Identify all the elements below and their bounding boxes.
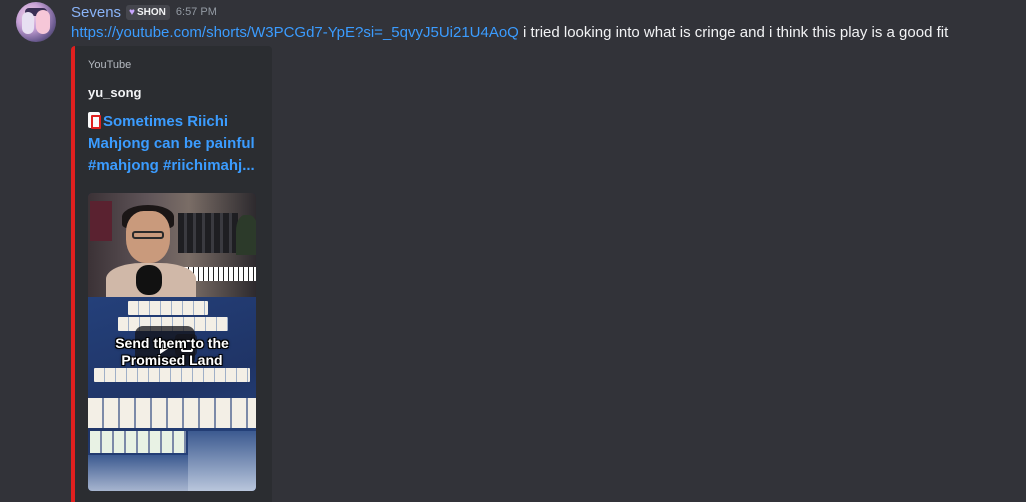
embed-title-line-2: Mahjong can be painful bbox=[88, 135, 255, 152]
embed-author[interactable]: yu_song bbox=[88, 85, 141, 100]
embed-title-line-3: #mahjong #riichimahj... bbox=[88, 157, 255, 174]
video-thumbnail[interactable]: Send them to the Promised Land bbox=[88, 193, 256, 491]
message-header: Sevens ♥ SHON 6:57 PM bbox=[71, 2, 217, 22]
embed-title-link[interactable]: Sometimes Riichi Mahjong can be painful … bbox=[88, 111, 263, 177]
chat-message: Sevens ♥ SHON 6:57 PM https://youtube.co… bbox=[0, 0, 1026, 502]
video-caption-line-2: Promised Land bbox=[121, 352, 223, 368]
username[interactable]: Sevens bbox=[71, 4, 121, 21]
video-caption-line-1: Send them to the bbox=[115, 335, 229, 351]
message-text: i tried looking into what is cringe and … bbox=[518, 24, 949, 41]
user-avatar[interactable] bbox=[16, 2, 56, 42]
clan-tag-label: SHON bbox=[136, 6, 166, 18]
heart-icon: ♥ bbox=[129, 6, 135, 18]
message-timestamp[interactable]: 6:57 PM bbox=[176, 6, 217, 18]
mahjong-tile-emoji bbox=[88, 112, 101, 129]
clan-tag-badge[interactable]: ♥ SHON bbox=[126, 4, 170, 20]
youtube-embed: YouTube yu_song Sometimes Riichi Mahjong… bbox=[71, 46, 272, 502]
message-link[interactable]: https://youtube.com/shorts/W3PCGd7-YpE?s… bbox=[71, 24, 519, 41]
video-caption: Send them to the Promised Land bbox=[88, 335, 256, 369]
message-content: https://youtube.com/shorts/W3PCGd7-YpE?s… bbox=[71, 24, 948, 42]
embed-provider[interactable]: YouTube bbox=[88, 59, 131, 71]
embed-title-line-1: Sometimes Riichi bbox=[103, 113, 229, 130]
